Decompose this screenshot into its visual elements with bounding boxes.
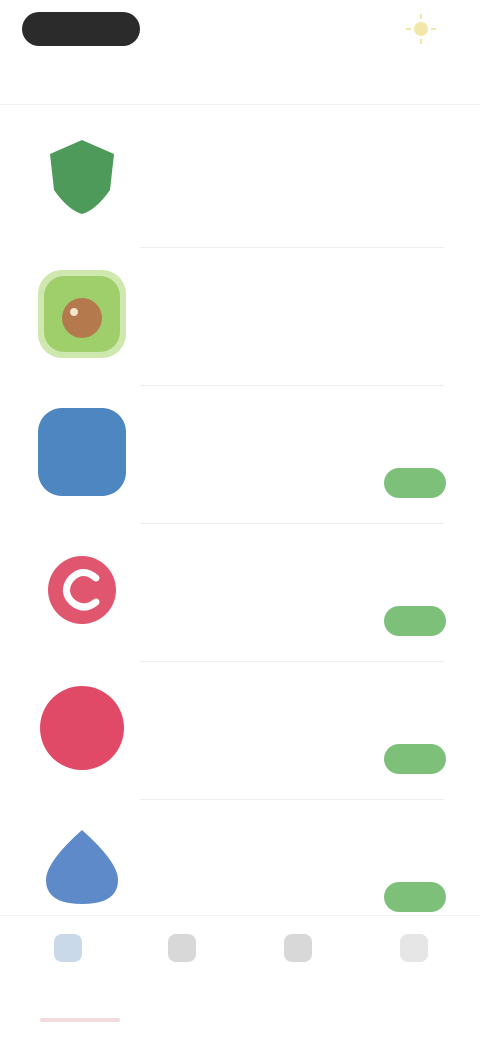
list-item[interactable]	[0, 248, 480, 386]
app-icon-graphic	[44, 276, 120, 352]
app-icon	[38, 270, 126, 358]
app-store-screen	[0, 0, 480, 1040]
back-button[interactable]	[22, 12, 140, 46]
app-icon	[38, 822, 126, 910]
games-icon	[284, 934, 312, 962]
app-icon-graphic	[46, 830, 118, 904]
sun-icon[interactable]	[404, 12, 438, 46]
app-icon	[38, 132, 126, 220]
list-item[interactable]	[0, 662, 480, 800]
page-title	[152, 58, 312, 84]
nav-tab-home[interactable]	[8, 926, 128, 1006]
home-icon	[54, 934, 82, 962]
app-icon	[38, 684, 126, 772]
nav-tab-apps[interactable]	[122, 926, 242, 1006]
get-button[interactable]	[384, 606, 446, 636]
app-icon-graphic	[48, 556, 116, 624]
get-button[interactable]	[384, 468, 446, 498]
list-item[interactable]	[0, 524, 480, 662]
home-indicator	[40, 1018, 120, 1022]
app-list	[0, 110, 480, 938]
list-item[interactable]	[0, 386, 480, 524]
list-item[interactable]	[0, 110, 480, 248]
nav-tab-games[interactable]	[238, 926, 358, 1006]
profile-icon	[400, 934, 428, 962]
get-button[interactable]	[384, 744, 446, 774]
header-divider	[0, 104, 480, 105]
app-icon-graphic	[40, 686, 124, 770]
get-button[interactable]	[384, 882, 446, 912]
app-icon-graphic	[50, 140, 114, 214]
app-icon	[38, 408, 126, 496]
apps-icon	[168, 934, 196, 962]
app-icon	[38, 546, 126, 634]
top-bar	[0, 0, 480, 110]
nav-tab-profile[interactable]	[354, 926, 474, 1006]
